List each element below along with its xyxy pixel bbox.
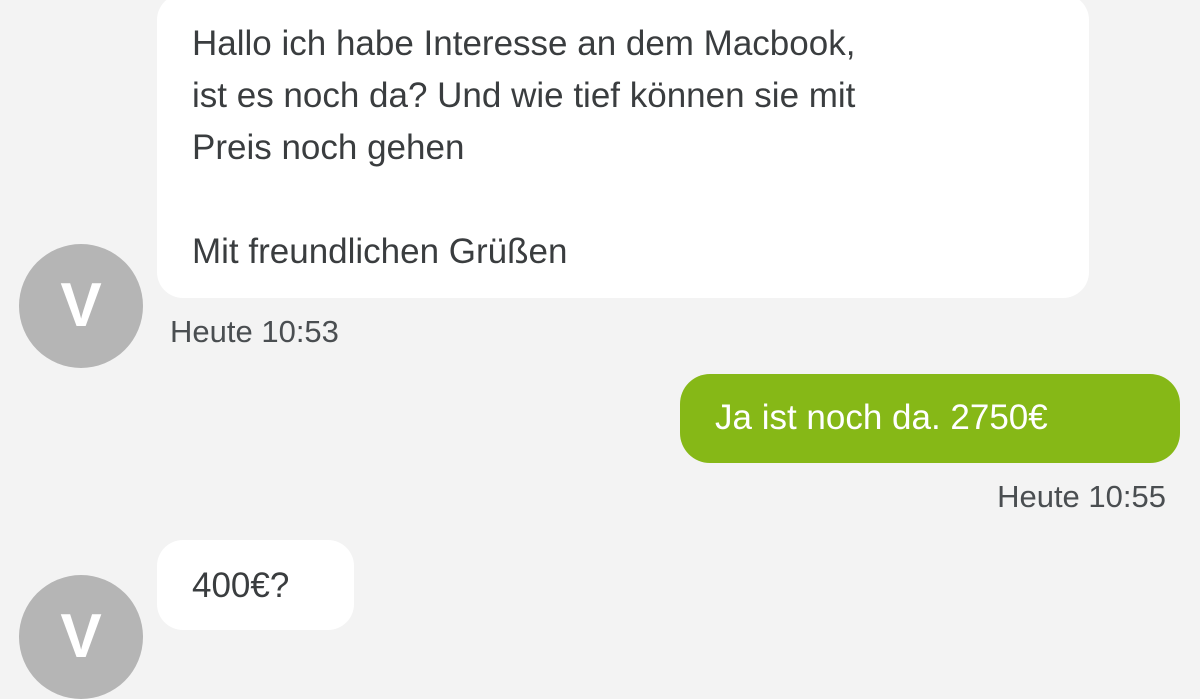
incoming-message-bubble[interactable]: Hallo ich habe Interesse an dem Macbook,…	[157, 0, 1089, 298]
message-timestamp: Heute 10:55	[997, 479, 1166, 514]
chat-conversation: Hallo ich habe Interesse an dem Macbook,…	[0, 0, 1200, 699]
incoming-message-bubble[interactable]: 400€?	[157, 540, 354, 630]
sender-avatar[interactable]: V	[19, 244, 143, 368]
message-timestamp: Heute 10:53	[170, 314, 339, 349]
outgoing-message-bubble[interactable]: Ja ist noch da. 2750€	[680, 374, 1180, 463]
sender-avatar[interactable]: V	[19, 575, 143, 699]
